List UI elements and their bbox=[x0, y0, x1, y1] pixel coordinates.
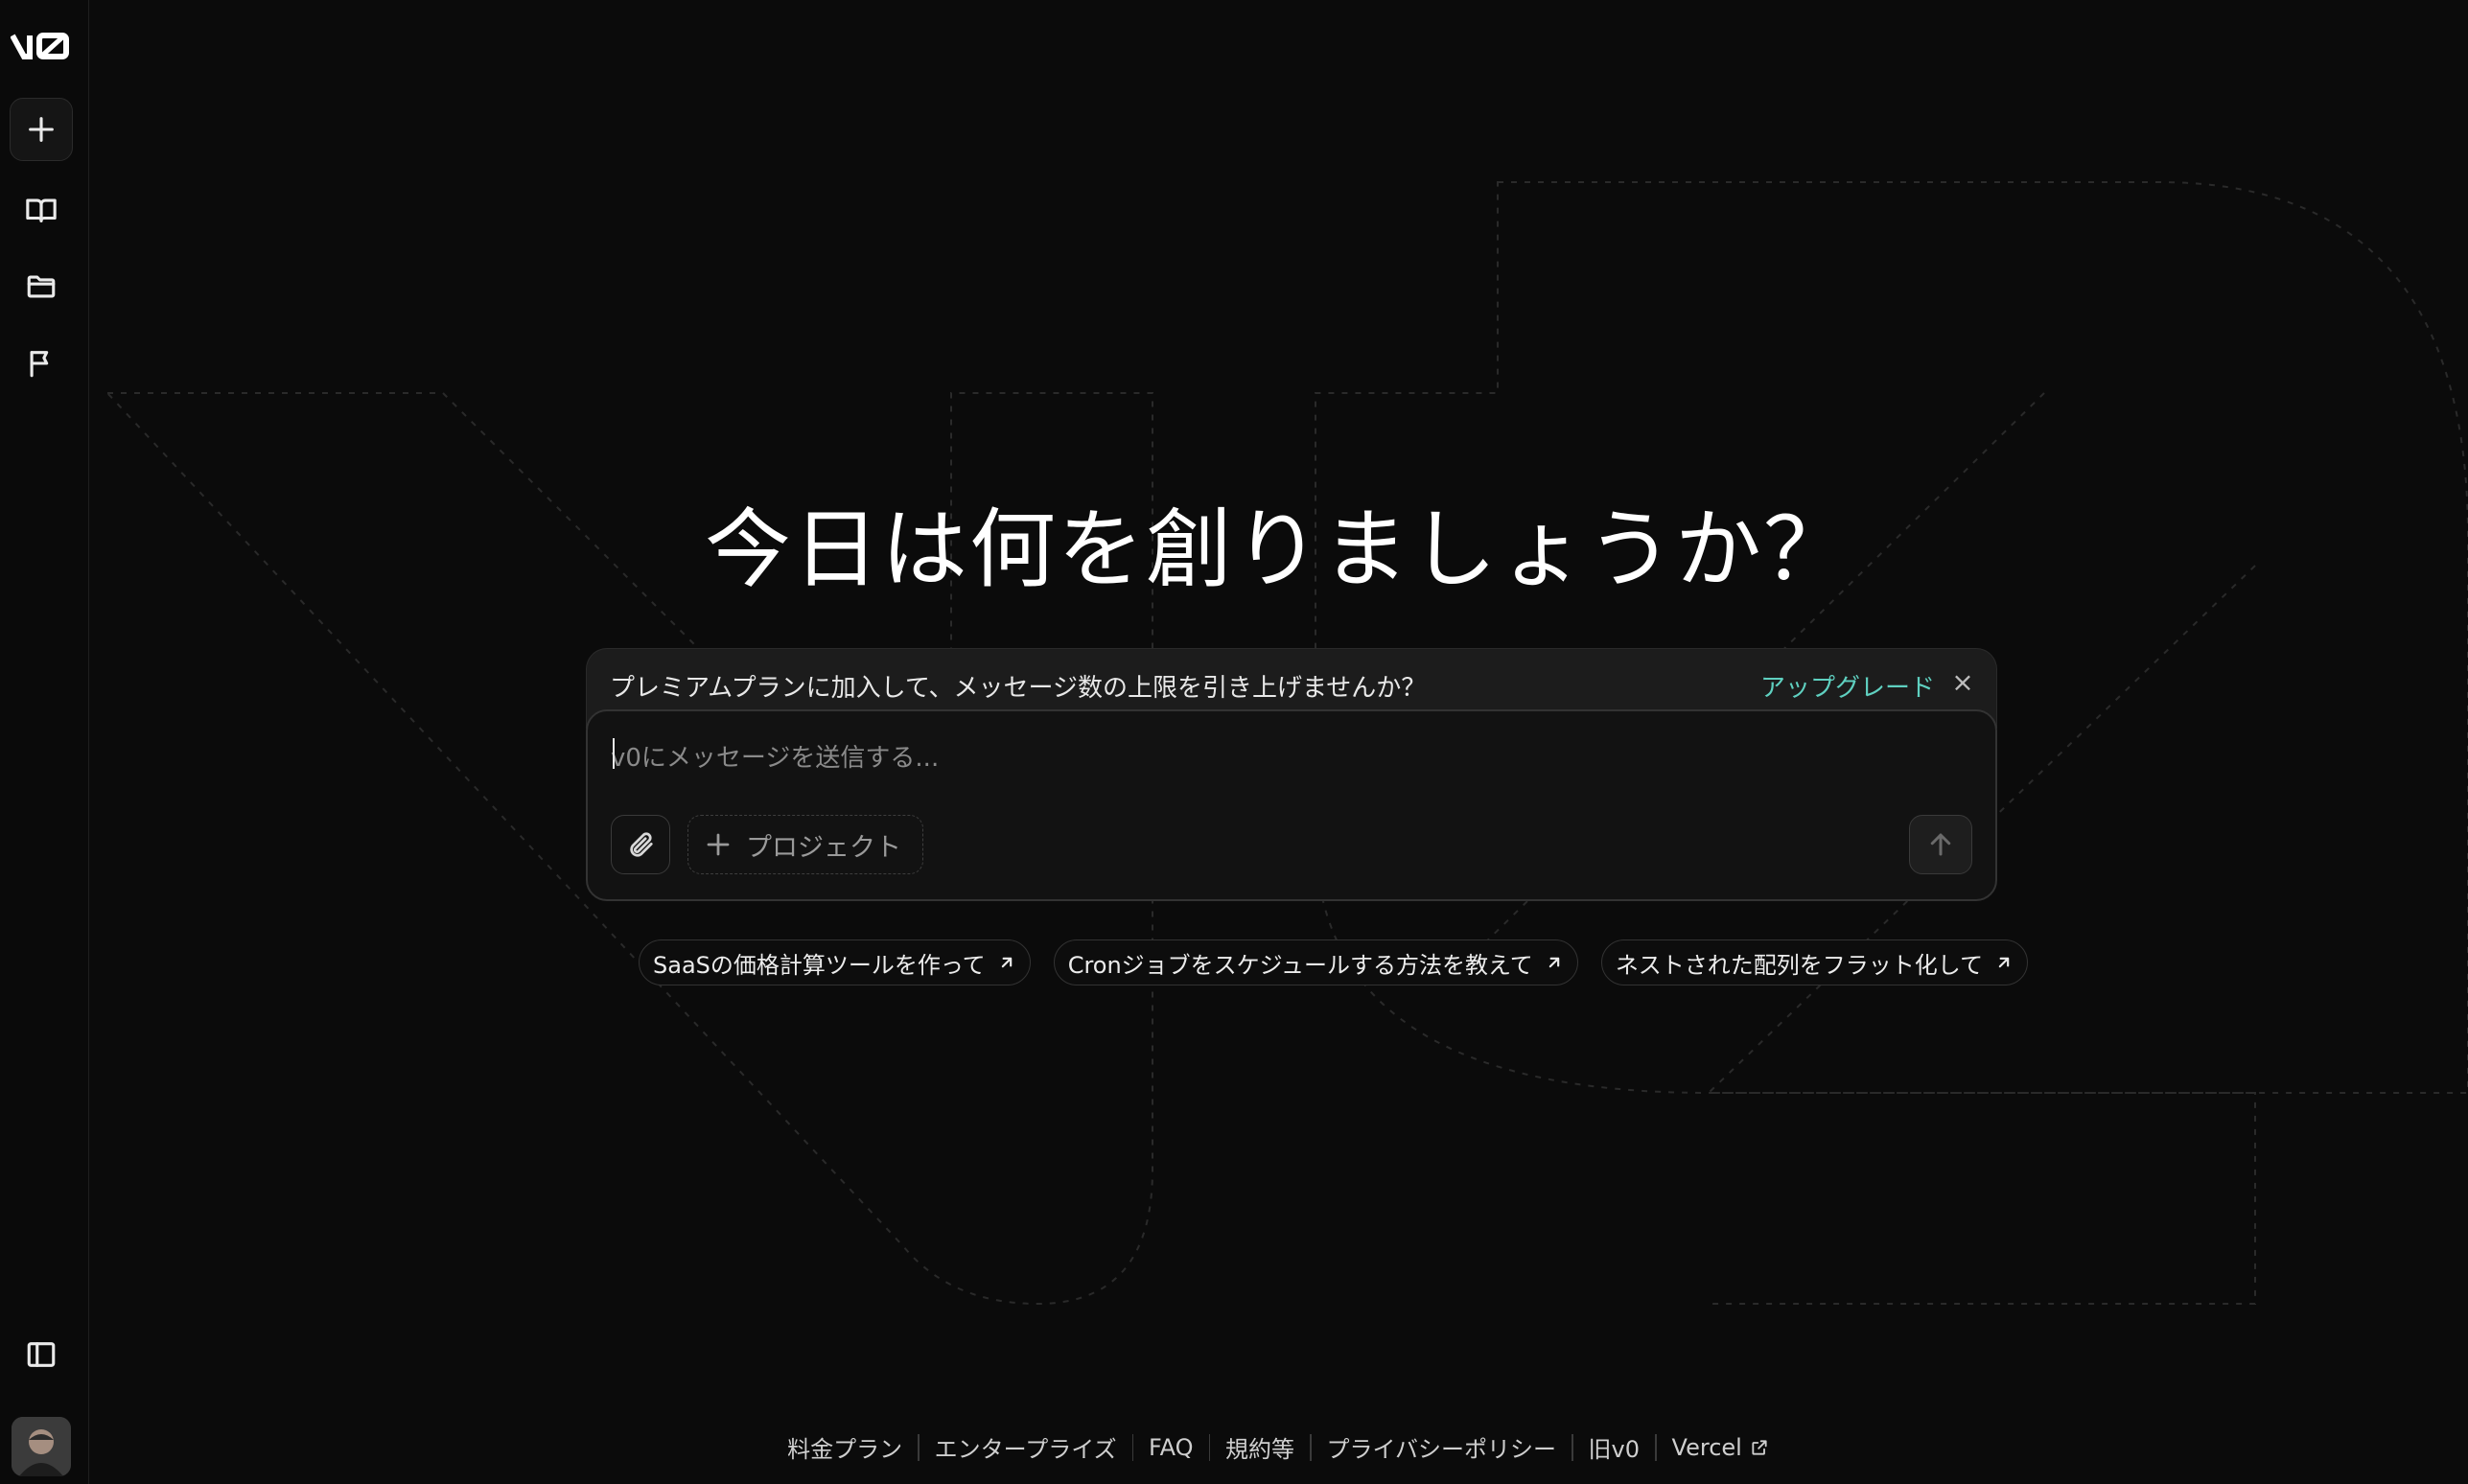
message-composer: プロジェクト bbox=[586, 709, 1997, 901]
footer-link-vercel-label: Vercel bbox=[1671, 1433, 1742, 1461]
avatar-image bbox=[12, 1417, 71, 1476]
sidebar bbox=[0, 0, 89, 1484]
footer-link-legacy-v0[interactable]: 旧v0 bbox=[1573, 1430, 1655, 1464]
footer-link-faq[interactable]: FAQ bbox=[1133, 1434, 1209, 1461]
arrow-up-icon bbox=[1930, 833, 1951, 856]
suggestion-label: Cronジョブをスケジュールする方法を教えて bbox=[1067, 951, 1533, 979]
page-title: 今日は何を創りましょうか？ bbox=[705, 499, 1851, 600]
feedback-button[interactable] bbox=[10, 332, 73, 395]
suggestion-label: ネストされた配列をフラット化して bbox=[1615, 951, 1984, 979]
footer-link-enterprise[interactable]: エンタープライズ bbox=[920, 1430, 1132, 1464]
new-chat-button[interactable] bbox=[10, 98, 73, 161]
footer-link-vercel[interactable]: Vercel bbox=[1657, 1434, 1784, 1461]
app-root: 今日は何を創りましょうか？ プレミアムプランに加入して、メッセージ数の上限を引き… bbox=[0, 0, 2468, 1484]
suggestion-label: SaaSの価格計算ツールを作って bbox=[653, 951, 986, 979]
paperclip-icon bbox=[630, 832, 653, 857]
arrow-up-right-icon bbox=[1548, 957, 1560, 968]
arrow-up-right-icon bbox=[1001, 957, 1012, 968]
folder-icon bbox=[27, 275, 56, 298]
flag-icon bbox=[30, 351, 49, 378]
toggle-sidebar-button[interactable] bbox=[10, 1323, 73, 1386]
send-button[interactable] bbox=[1909, 815, 1972, 874]
suggestion-chip[interactable]: ネストされた配列をフラット化して bbox=[1600, 939, 2029, 985]
add-project-button[interactable]: プロジェクト bbox=[687, 815, 923, 874]
message-input[interactable] bbox=[609, 736, 1955, 788]
upgrade-banner-text: プレミアムプランに加入して、メッセージ数の上限を引き上げませんか？ bbox=[610, 674, 1427, 703]
suggestion-chip[interactable]: SaaSの価格計算ツールを作って bbox=[639, 939, 1031, 985]
suggestion-chip[interactable]: Cronジョブをスケジュールする方法を教えて bbox=[1053, 939, 1578, 985]
add-project-label: プロジェクト bbox=[746, 832, 901, 863]
v0-logo[interactable] bbox=[10, 27, 73, 65]
book-icon bbox=[26, 198, 57, 222]
external-link-icon bbox=[1752, 1439, 1767, 1455]
plus-icon bbox=[29, 117, 54, 142]
footer: 料金プラン エンタープライズ FAQ 規約等 プライバシーポリシー 旧v0 Ve… bbox=[88, 1430, 2468, 1464]
footer-link-terms[interactable]: 規約等 bbox=[1210, 1430, 1310, 1464]
projects-button[interactable] bbox=[10, 255, 73, 318]
plus-icon bbox=[707, 833, 730, 856]
arrow-up-right-icon bbox=[1998, 957, 2010, 968]
text-caret bbox=[613, 738, 615, 769]
close-icon[interactable]: × bbox=[1950, 668, 1975, 697]
v0-logo-icon bbox=[11, 33, 69, 59]
footer-link-pricing[interactable]: 料金プラン bbox=[772, 1430, 918, 1464]
user-avatar[interactable] bbox=[12, 1417, 71, 1476]
library-button[interactable] bbox=[10, 178, 73, 242]
upgrade-link[interactable]: アップグレード bbox=[1760, 668, 1935, 704]
sidebar-toggle-icon bbox=[27, 1342, 56, 1367]
footer-link-privacy[interactable]: プライバシーポリシー bbox=[1312, 1430, 1572, 1464]
suggestion-list: SaaSの価格計算ツールを作って Cronジョブをスケジュールする方法を教えて … bbox=[639, 939, 2029, 985]
attach-button[interactable] bbox=[611, 815, 670, 874]
